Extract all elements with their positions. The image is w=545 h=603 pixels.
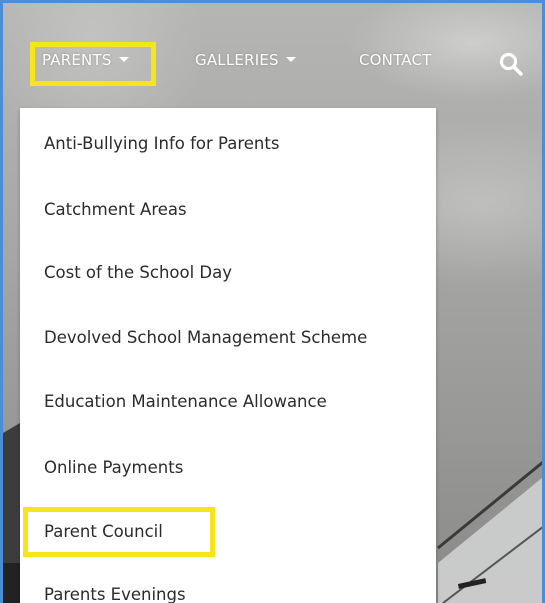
parents-highlight-box: [30, 42, 156, 86]
chevron-down-icon: [285, 57, 296, 62]
parent-council-highlight-box: [23, 507, 215, 557]
menu-item-cost-school-day[interactable]: Cost of the School Day: [44, 263, 232, 282]
nav-galleries-label: GALLERIES: [195, 51, 279, 69]
menu-item-anti-bullying[interactable]: Anti-Bullying Info for Parents: [44, 134, 279, 153]
menu-item-catchment-areas[interactable]: Catchment Areas: [44, 200, 187, 219]
menu-item-parents-evenings[interactable]: Parents Evenings: [44, 585, 186, 603]
nav-galleries[interactable]: GALLERIES: [195, 51, 296, 69]
menu-item-education-maintenance-allowance[interactable]: Education Maintenance Allowance: [44, 392, 327, 411]
search-icon[interactable]: [498, 51, 524, 77]
nav-contact[interactable]: CONTACT: [359, 51, 432, 69]
menu-item-devolved-school-management[interactable]: Devolved School Management Scheme: [44, 328, 367, 347]
menu-item-online-payments[interactable]: Online Payments: [44, 458, 183, 477]
top-navigation: PARENTS GALLERIES CONTACT: [3, 3, 542, 103]
screenshot-frame: PARENTS GALLERIES CONTACT Anti-Bullying …: [0, 0, 545, 603]
nav-contact-label: CONTACT: [359, 51, 432, 69]
